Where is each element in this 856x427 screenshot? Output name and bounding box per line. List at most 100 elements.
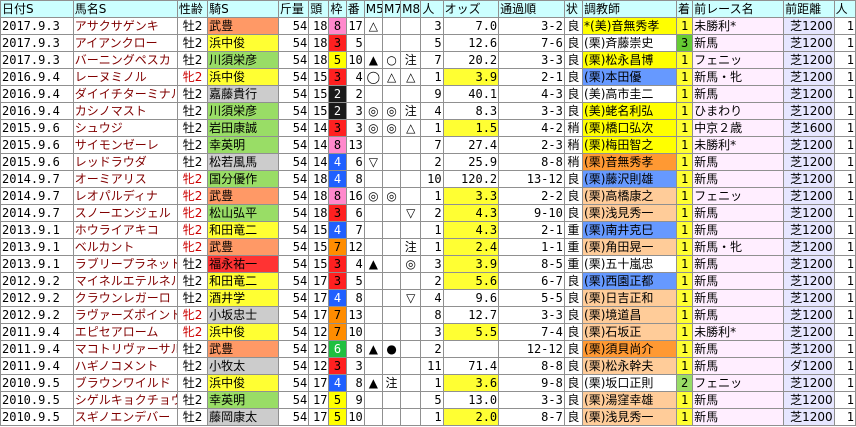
col-header[interactable]: 人 bbox=[420, 0, 444, 18]
col-header[interactable]: 着 bbox=[676, 0, 694, 18]
passing-order-cell: 3-3 bbox=[498, 306, 565, 324]
prev-race-cell: ひまわり bbox=[692, 102, 785, 120]
passing-order-cell: 13-12 bbox=[498, 170, 565, 188]
passing-order-cell: 2-3 bbox=[498, 136, 565, 154]
horse-name-cell: ベルカント bbox=[72, 238, 178, 256]
table-row[interactable]: 2013.9.1 ベルカント 牝2 武豊 54 15 7 12 注 1 2.4 1-1 重 (栗)角田晃一… bbox=[0, 238, 856, 256]
mark-m5-cell bbox=[363, 238, 383, 256]
frame-cell: 2 bbox=[328, 102, 347, 120]
col-header[interactable]: オッズ bbox=[442, 0, 500, 18]
trainer-cell: (栗)橋口弘次 bbox=[582, 119, 678, 137]
prev-race-cell: 新馬 bbox=[692, 357, 785, 375]
horse-number-cell: 13 bbox=[345, 306, 365, 324]
last-cell: 1 bbox=[833, 306, 856, 324]
col-header[interactable]: 前レース名 bbox=[692, 0, 785, 18]
prev-race-cell: フェニッ bbox=[692, 51, 785, 69]
popularity-cell: 1 bbox=[420, 187, 444, 205]
col-header[interactable]: M5 bbox=[363, 0, 383, 18]
table-row[interactable]: 2013.9.1 ホウライアキコ 牝2 和田竜二 54 15 4 7 1 4.3 2-1 重 (栗)南井… bbox=[0, 221, 856, 239]
horse-number-cell: 8 bbox=[345, 170, 365, 188]
mark-m7-cell bbox=[381, 85, 402, 103]
table-row[interactable]: 2010.9.5 スギノエンデバー 牡2 藤岡康太 54 17 5 10 1 2.0 8-7 良 (栗)… bbox=[0, 408, 856, 426]
mark-m8-cell bbox=[400, 221, 422, 239]
runners-cell: 18 bbox=[308, 204, 330, 222]
col-header[interactable]: 馬名S bbox=[72, 0, 178, 18]
sex-age-cell: 牡2 bbox=[176, 408, 209, 426]
sex-age-cell: 牡2 bbox=[176, 102, 209, 120]
sex-age-cell: 牡2 bbox=[176, 357, 209, 375]
passing-order-cell: 2-1 bbox=[498, 68, 565, 86]
col-header[interactable]: 人 bbox=[833, 0, 856, 18]
table-row[interactable]: 2017.9.3 バーニングペスカ 牡2 川須栄彦 54 18 5 10 ▲ ○ 注 7 20.2 3-3… bbox=[0, 51, 856, 69]
prev-distance-cell: 芝1200 bbox=[783, 323, 835, 341]
col-header[interactable]: 番 bbox=[345, 0, 365, 18]
mark-m7-cell bbox=[381, 204, 402, 222]
prev-distance-cell: 芝1200 bbox=[783, 102, 835, 120]
col-header[interactable]: 調教師 bbox=[582, 0, 678, 18]
table-row[interactable]: 2015.9.6 レッドラウダ 牡2 松若風馬 54 14 4 6 ▽ 2 25.9 8-8 稍 (栗)音… bbox=[0, 153, 856, 171]
horse-name-cell: ハギノコメント bbox=[72, 357, 178, 375]
finish-cell: 1 bbox=[676, 391, 694, 409]
jockey-cell: 浜中俊 bbox=[207, 68, 279, 86]
date-cell: 2012.9.2 bbox=[0, 272, 74, 290]
horse-name-cell: サイモンゼーレ bbox=[72, 136, 178, 154]
table-row[interactable]: 2016.9.4 レーヌミノル 牝2 浜中俊 54 15 3 4 ◯ △ △ 1 3.9 2-1 良 (栗)本… bbox=[0, 68, 856, 86]
runners-cell: 17 bbox=[308, 408, 330, 426]
mark-m5-cell: ◎ bbox=[363, 187, 383, 205]
passing-order-cell: 1-1 bbox=[498, 238, 565, 256]
table-row[interactable]: 2013.9.1 ラブリープラネット 牡2 福永祐一 54 15 3 4 ▲ ◎ 3 3.9 8-5 重(… bbox=[0, 255, 856, 273]
col-header[interactable]: 通過順 bbox=[498, 0, 565, 18]
table-row[interactable]: 2014.9.7 レオパルディナ 牝2 武豊 54 18 8 16 ◎ ◎ 1 3.3 2-2 良 (栗)高… bbox=[0, 187, 856, 205]
horse-name-cell: シゲルキョクチョウ bbox=[72, 391, 178, 409]
col-header[interactable]: M8 bbox=[400, 0, 422, 18]
col-header[interactable]: 日付S bbox=[0, 0, 74, 18]
col-header[interactable]: 斤量 bbox=[277, 0, 310, 18]
popularity-cell: 1 bbox=[420, 408, 444, 426]
prev-distance-cell: 芝1200 bbox=[783, 238, 835, 256]
prev-race-cell: 新馬・牝 bbox=[692, 68, 785, 86]
table-row[interactable]: 2014.9.7 スノーエンジェル 牝2 松山弘平 54 18 3 6 ▽ 2 4.3 9-10 良 (栗… bbox=[0, 204, 856, 222]
weight-cell: 54 bbox=[277, 374, 310, 392]
table-row[interactable]: 2016.9.4 カシノマスト 牡2 川須栄彦 54 15 2 3 ◎ ◎ 注 4 8.3 3-3 良 (美)… bbox=[0, 102, 856, 120]
frame-cell: 4 bbox=[328, 289, 347, 307]
mark-m8-cell bbox=[400, 323, 422, 341]
col-header[interactable]: 枠 bbox=[328, 0, 347, 18]
runners-cell: 15 bbox=[308, 68, 330, 86]
table-row[interactable]: 2012.9.2 クラウンレガーロ 牡2 酒井学 54 17 4 8 ▽ 4 9.6 5-5 良 (栗)日… bbox=[0, 289, 856, 307]
date-cell: 2013.9.1 bbox=[0, 255, 74, 273]
frame-cell: 7 bbox=[328, 238, 347, 256]
sex-age-cell: 牝2 bbox=[176, 306, 209, 324]
table-row[interactable]: 2011.9.4 エピセアローム 牝2 浜中俊 54 12 7 10 3 5.5 7-4 良 (栗)石坂… bbox=[0, 323, 856, 341]
col-header[interactable]: 前距離 bbox=[783, 0, 835, 18]
jockey-cell: 武豊 bbox=[207, 17, 279, 35]
odds-cell: 27.4 bbox=[442, 136, 500, 154]
table-row[interactable]: 2010.9.5 シゲルキョクチョウ 牡2 幸英明 54 17 5 9 5 13.0 3-3 良 (栗)… bbox=[0, 391, 856, 409]
table-row[interactable]: 2017.9.3 アサクサゲンキ 牡2 武豊 54 18 8 17 △ 3 7.0 3-2 良 *(美)音… bbox=[0, 17, 856, 35]
table-row[interactable]: 2016.9.4 ダイイチターミナル 牡2 嘉藤貴行 54 15 2 2 9 40.1 4-3 良 (美… bbox=[0, 85, 856, 103]
frame-cell: 8 bbox=[328, 187, 347, 205]
track-condition-cell: 良 bbox=[563, 323, 584, 341]
table-row[interactable]: 2011.9.4 マコトリヴァーサル 牡2 武豊 54 12 6 8 ▲ ● 2 12-12 良 (栗)須… bbox=[0, 340, 856, 358]
col-header[interactable]: M7 bbox=[381, 0, 402, 18]
trainer-cell: (栗)日吉正和 bbox=[582, 289, 678, 307]
table-row[interactable]: 2017.9.3 アイアンクロー 牡2 浜中俊 54 18 3 5 5 12.6 7-6 良 (栗)斉藤… bbox=[0, 34, 856, 52]
col-header[interactable]: 頭 bbox=[308, 0, 330, 18]
col-header[interactable]: 性齢 bbox=[176, 0, 209, 18]
runners-cell: 15 bbox=[308, 238, 330, 256]
weight-cell: 54 bbox=[277, 306, 310, 324]
mark-m5-cell: ◎ bbox=[363, 119, 383, 137]
finish-cell: 3 bbox=[676, 34, 694, 52]
table-row[interactable]: 2012.9.2 マイネルエテルネル 牡2 和田竜二 54 17 3 5 2 5.6 6-7 良 (栗)… bbox=[0, 272, 856, 290]
table-row[interactable]: 2014.9.7 オーミアリス 牝2 国分優作 54 18 4 8 10 120.2 13-12 良(… bbox=[0, 170, 856, 188]
finish-cell: 1 bbox=[676, 408, 694, 426]
table-row[interactable]: 2012.9.2 ラヴァーズポイント 牝2 小坂忠士 54 17 7 13 8 12.7 3-3 良(… bbox=[0, 306, 856, 324]
table-row[interactable]: 2015.9.6 サイモンゼーレ 牡2 幸英明 54 14 8 13 7 27.4 2-3 稍 (栗)梅… bbox=[0, 136, 856, 154]
table-row[interactable]: 2015.9.6 シュウジ 牡2 岩田康誠 54 14 3 3 ◎ ◎ △ 1 1.5 4-2 稍 (栗)橋口… bbox=[0, 119, 856, 137]
table-row[interactable]: 2011.9.4 ハギノコメント 牡2 小牧太 54 12 3 3 11 71.4 8-8 良 (栗)松… bbox=[0, 357, 856, 375]
table-row[interactable]: 2010.9.5 ブラウンワイルド 牡2 浜中俊 54 17 4 8 ▲ 注 1 3.6 9-8 良 (栗)… bbox=[0, 374, 856, 392]
col-header[interactable]: 騎S bbox=[207, 0, 279, 18]
sex-age-cell: 牝2 bbox=[176, 323, 209, 341]
col-header[interactable]: 状 bbox=[563, 0, 584, 18]
weight-cell: 54 bbox=[277, 204, 310, 222]
passing-order-cell: 9-8 bbox=[498, 374, 565, 392]
